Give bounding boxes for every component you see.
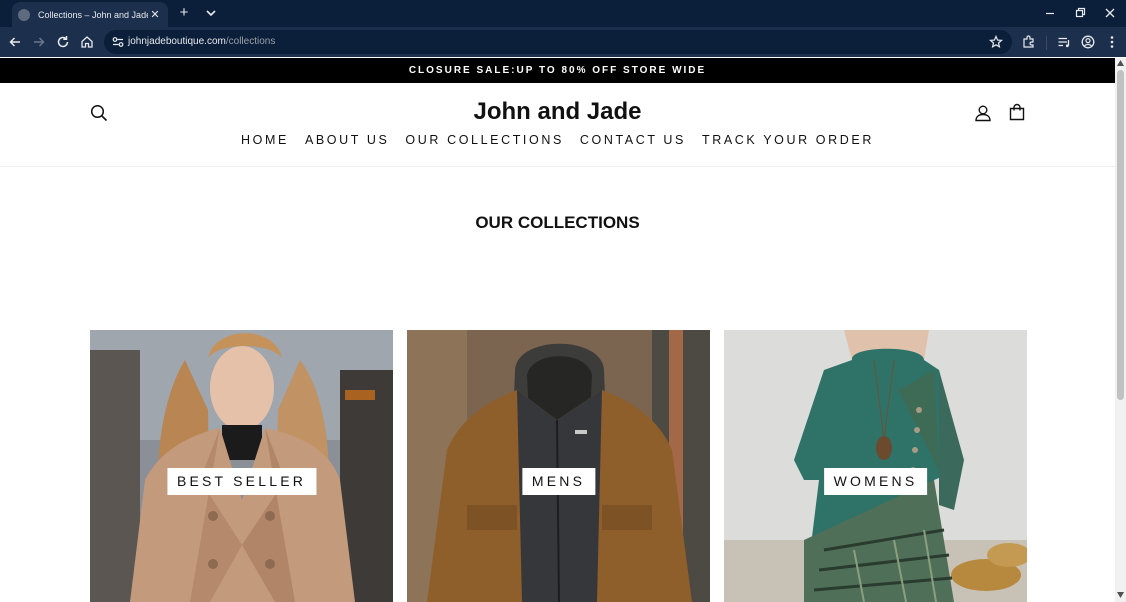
reload-icon[interactable] bbox=[55, 34, 71, 50]
collection-image-mens bbox=[407, 330, 710, 602]
header-divider bbox=[0, 166, 1115, 167]
collection-tile-best-seller[interactable]: BEST SELLER bbox=[90, 330, 393, 602]
media-icon[interactable] bbox=[1056, 34, 1072, 50]
collection-label-best-seller[interactable]: BEST SELLER bbox=[166, 468, 317, 495]
main-nav: HOME ABOUT US OUR COLLECTIONS CONTACT US… bbox=[0, 133, 1115, 147]
browser-toolbar: johnjadeboutique.com/collections bbox=[0, 27, 1126, 57]
scrollbar-thumb[interactable] bbox=[1117, 70, 1124, 400]
browser-tab[interactable]: Collections – John and Jade ✕ bbox=[12, 2, 168, 27]
extensions-icon[interactable] bbox=[1021, 34, 1037, 50]
nav-item-about-us[interactable]: ABOUT US bbox=[305, 133, 389, 147]
back-icon[interactable] bbox=[7, 34, 23, 50]
forward-icon[interactable] bbox=[31, 34, 47, 50]
address-bar[interactable]: johnjadeboutique.com/collections bbox=[104, 30, 1012, 54]
star-icon[interactable] bbox=[988, 34, 1004, 50]
scroll-down-icon[interactable] bbox=[1117, 592, 1124, 598]
url-host: johnjadeboutique.com bbox=[128, 36, 226, 47]
nav-item-contact-us[interactable]: CONTACT US bbox=[580, 133, 686, 147]
home-icon[interactable] bbox=[79, 34, 95, 50]
nav-item-home[interactable]: HOME bbox=[241, 133, 289, 147]
close-window-icon[interactable] bbox=[1102, 5, 1118, 21]
more-icon[interactable] bbox=[1104, 34, 1120, 50]
close-icon[interactable]: ✕ bbox=[148, 8, 162, 21]
announcement-bar[interactable]: CLOSURE SALE:UP TO 80% OFF STORE WIDE bbox=[0, 58, 1115, 83]
restore-icon[interactable] bbox=[1072, 5, 1088, 21]
nav-item-our-collections[interactable]: OUR COLLECTIONS bbox=[405, 133, 563, 147]
chevron-down-icon[interactable] bbox=[204, 6, 218, 20]
globe-icon bbox=[18, 8, 30, 21]
collection-tile-womens[interactable]: WOMENS bbox=[724, 330, 1027, 602]
url-path: /collections bbox=[225, 36, 276, 47]
scroll-up-icon[interactable] bbox=[1117, 60, 1124, 66]
collection-image-best-seller bbox=[90, 330, 393, 602]
collection-label-mens[interactable]: MENS bbox=[521, 468, 596, 495]
nav-item-track-your-order[interactable]: TRACK YOUR ORDER bbox=[702, 133, 874, 147]
collection-tile-mens[interactable]: MENS bbox=[407, 330, 710, 602]
site-settings-icon[interactable] bbox=[110, 34, 126, 50]
minimize-icon[interactable] bbox=[1042, 5, 1058, 21]
page-title: OUR COLLECTIONS bbox=[475, 213, 640, 232]
toolbar-divider bbox=[1046, 36, 1047, 50]
browser-tab-strip: Collections – John and Jade ✕ + bbox=[0, 0, 1126, 27]
user-icon[interactable] bbox=[974, 104, 992, 122]
bag-icon[interactable] bbox=[1008, 103, 1026, 121]
collection-label-womens[interactable]: WOMENS bbox=[823, 468, 928, 495]
site-logo[interactable]: John and Jade bbox=[0, 98, 1115, 126]
plus-icon[interactable]: + bbox=[176, 5, 192, 21]
page-scrollbar[interactable] bbox=[1115, 58, 1126, 602]
collection-image-womens bbox=[724, 330, 1027, 602]
profile-icon[interactable] bbox=[1080, 34, 1096, 50]
url-text: johnjadeboutique.com/collections bbox=[128, 36, 275, 47]
tab-title: Collections – John and Jade bbox=[38, 9, 148, 20]
